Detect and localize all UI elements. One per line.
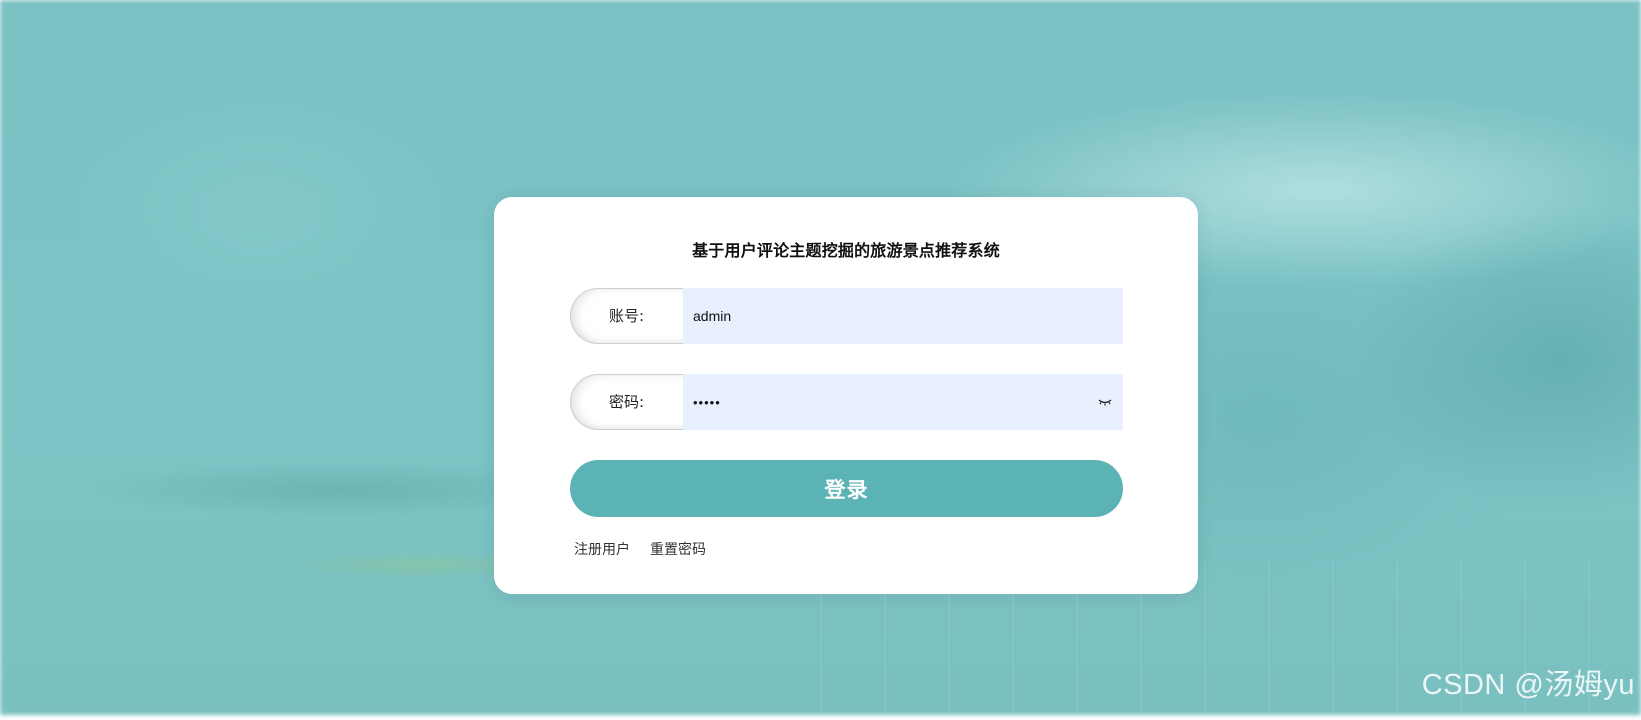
account-field: 账号: <box>570 288 1123 344</box>
account-input[interactable] <box>683 288 1123 344</box>
register-link[interactable]: 注册用户 <box>574 539 630 559</box>
account-label: 账号: <box>608 307 645 325</box>
password-label: 密码: <box>608 393 645 411</box>
form-links: 注册用户 重置密码 <box>574 539 706 559</box>
watermark: CSDN @汤姆yu <box>1421 669 1635 701</box>
password-field: 密码: <box>570 374 1123 430</box>
login-card: 基于用户评论主题挖掘的旅游景点推荐系统 账号: 密码: 登录 注册用户 重置密码 <box>494 197 1198 594</box>
reset-password-link[interactable]: 重置密码 <box>650 539 706 559</box>
password-input[interactable] <box>683 374 1123 430</box>
page-title: 基于用户评论主题挖掘的旅游景点推荐系统 <box>692 241 1000 260</box>
eye-closed-icon[interactable] <box>1098 395 1112 409</box>
login-button[interactable]: 登录 <box>570 460 1123 517</box>
